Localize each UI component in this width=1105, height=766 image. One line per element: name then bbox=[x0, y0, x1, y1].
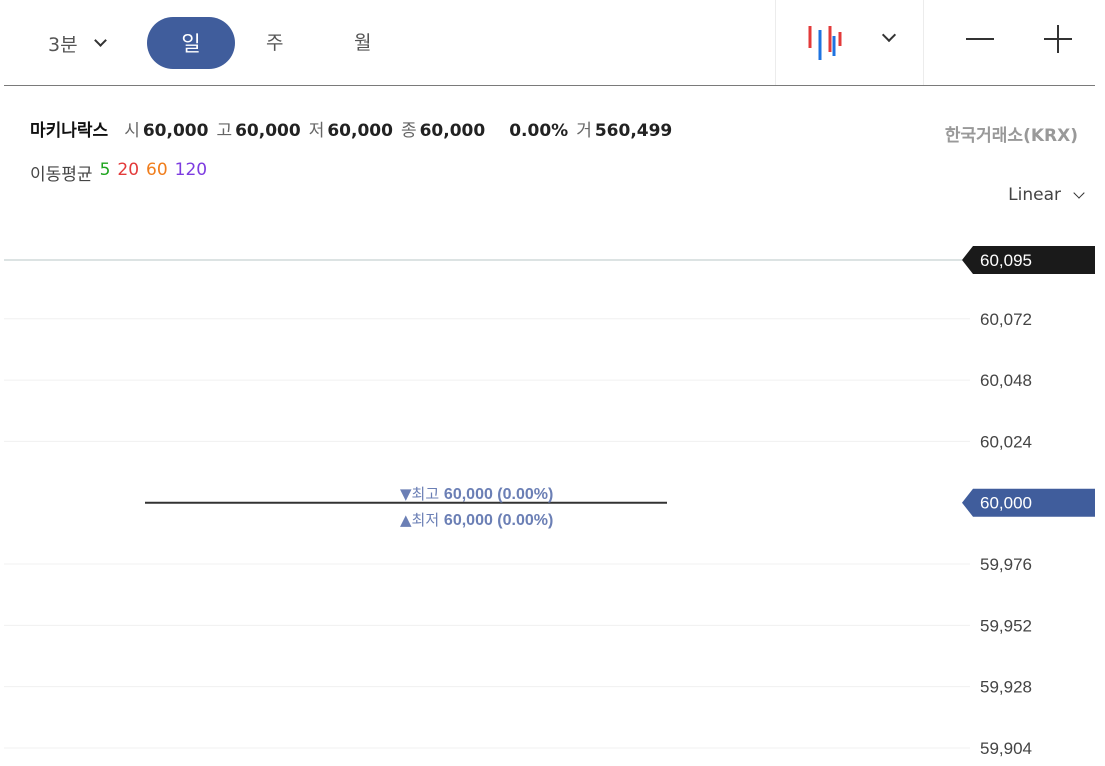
low-annotation-value: 60,000 (0.00%) bbox=[443, 511, 554, 529]
y-tick-label: 59,904 bbox=[980, 739, 1032, 758]
high-annotation-value: 60,000 (0.00%) bbox=[443, 485, 554, 503]
low-annotation: ▲최저 60,000 (0.00%) bbox=[400, 509, 553, 530]
price-chart[interactable]: 60,072 60,048 60,024 59,976 59,952 59,928 59,9… bbox=[0, 0, 1105, 766]
high-annotation: ▼최고 60,000 (0.00%) bbox=[400, 483, 553, 504]
high-annotation-prefix: ▼최고 bbox=[400, 484, 440, 503]
crosshair-price-label: 60,095 bbox=[980, 251, 1032, 270]
current-price-label: 60,000 bbox=[980, 494, 1032, 513]
low-annotation-prefix: ▲최저 bbox=[400, 510, 440, 529]
y-tick-label: 59,928 bbox=[980, 678, 1032, 697]
y-tick-label: 60,024 bbox=[980, 432, 1032, 451]
y-tick-label: 59,952 bbox=[980, 616, 1032, 635]
y-tick-label: 59,976 bbox=[980, 555, 1032, 574]
y-tick-label: 60,048 bbox=[980, 371, 1032, 390]
y-tick-label: 60,072 bbox=[980, 310, 1032, 329]
